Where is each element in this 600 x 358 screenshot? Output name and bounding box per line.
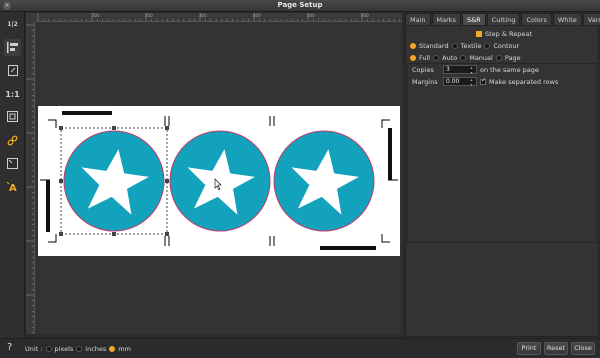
horizontal-ruler: 100 200 300 400 500 600 [35, 13, 402, 22]
actual-size-label: 1:1 [5, 90, 20, 99]
fit-page-tool-button[interactable] [4, 108, 21, 125]
vertical-ruler [26, 22, 35, 334]
align-left-icon [7, 42, 18, 53]
ratio-tool-button[interactable]: 1|2 [4, 16, 21, 33]
auto-radio[interactable] [433, 55, 440, 61]
auto-label: Auto [442, 54, 458, 62]
svg-text:A: A [9, 183, 17, 192]
title-bar: × Page Setup [0, 0, 600, 12]
standard-label: Standard [419, 42, 449, 50]
actual-size-tool-button[interactable]: 1:1 [4, 86, 21, 103]
text-tool-button[interactable]: A [4, 178, 21, 195]
inches-label: inches [85, 345, 107, 353]
textile-radio[interactable] [451, 43, 458, 49]
step-repeat-options-box [407, 63, 597, 243]
separated-rows-checkbox[interactable] [480, 77, 486, 85]
page-radio[interactable] [495, 55, 502, 61]
tab-cutting[interactable]: Cutting [486, 13, 521, 25]
copies-spinbox[interactable]: 3 [443, 65, 477, 75]
reset-button[interactable]: Reset [544, 342, 568, 355]
tab-varnish[interactable]: Varnish [582, 13, 600, 25]
manual-label: Manual [469, 54, 493, 62]
window-title: Page Setup [277, 1, 323, 9]
full-label: Full [419, 54, 431, 62]
link-tool-button[interactable] [4, 132, 21, 149]
fill-mode-radio-group: Full Auto Manual Page [410, 54, 521, 62]
unit-label: Unit : [25, 345, 43, 353]
inches-radio[interactable] [76, 346, 83, 352]
horizontal-ruler-ticks [37, 13, 401, 21]
copies-label: Copies [412, 65, 434, 74]
copies-suffix: on the same page [480, 65, 539, 74]
mm-radio[interactable] [109, 346, 116, 352]
ratio-tool-label: 1|2 [7, 21, 18, 28]
step-repeat-checkbox[interactable] [476, 31, 482, 37]
copy-2 [169, 130, 271, 232]
print-button[interactable]: Print [517, 342, 541, 355]
ruler-tick-label: 300 [199, 13, 207, 18]
contour-radio[interactable] [484, 43, 491, 49]
status-bar: ? Unit : pixels inches mm Print Reset Cl… [0, 338, 600, 358]
page-icon [7, 65, 18, 76]
separated-rows-label: Make separated rows [489, 77, 559, 86]
standard-radio[interactable] [410, 43, 416, 49]
ruler-tick-label: 200 [145, 13, 153, 18]
tab-main[interactable]: Main [405, 13, 431, 25]
ruler-tick-label: 600 [361, 13, 369, 18]
close-button[interactable]: Close [571, 342, 595, 355]
tab-marks[interactable]: Marks [431, 13, 461, 25]
text-tool-icon: A [7, 181, 17, 192]
shrink-icon [7, 158, 18, 169]
help-icon[interactable]: ? [7, 342, 12, 353]
full-radio[interactable] [410, 55, 416, 61]
margins-label: Margins [412, 77, 438, 86]
settings-panel: Main Marks S&R Cutting Colors White Varn… [405, 13, 600, 338]
margins-spinbox[interactable]: 0.00 [443, 77, 477, 87]
media-sheet [38, 106, 400, 256]
textile-label: Textile [460, 42, 482, 50]
copy-1 [63, 130, 165, 232]
step-repeat-row[interactable]: Step & Repeat [476, 30, 532, 38]
ruler-corner [26, 13, 35, 22]
mm-label: mm [118, 345, 131, 353]
fit-page-icon [7, 111, 18, 122]
ruler-tick-label: 400 [253, 13, 261, 18]
shrink-tool-button[interactable] [4, 155, 21, 172]
contour-label: Contour [493, 42, 520, 50]
page-tool-button[interactable] [4, 62, 21, 79]
tab-colors[interactable]: Colors [521, 13, 552, 25]
step-repeat-label: Step & Repeat [485, 30, 532, 38]
pixels-radio[interactable] [45, 346, 52, 352]
ruler-tick-label: 500 [307, 13, 315, 18]
tab-white[interactable]: White [552, 13, 582, 25]
copies-row: Copies 3 on the same page [412, 65, 539, 75]
copy-3 [273, 130, 375, 232]
margins-row: Margins 0.00 Make separated rows [412, 77, 559, 88]
tab-step-repeat[interactable]: S&R [461, 13, 486, 25]
vertical-ruler-ticks [26, 24, 34, 334]
manual-radio[interactable] [460, 55, 467, 61]
sheet-preview [40, 111, 398, 250]
link-icon [7, 135, 18, 146]
left-toolbar: 1|2 1:1 A [0, 12, 25, 358]
step-repeat-panel: Step & Repeat Standard Textile Contour F… [405, 25, 599, 337]
unit-selector: Unit : pixels inches mm [25, 345, 131, 353]
pixels-label: pixels [54, 345, 74, 353]
page-label: Page [504, 54, 521, 62]
settings-tabs: Main Marks S&R Cutting Colors White Varn… [405, 13, 600, 25]
mode-radio-group: Standard Textile Contour [410, 42, 519, 50]
ruler-tick-label: 100 [92, 13, 100, 18]
align-left-tool-button[interactable] [4, 39, 21, 56]
